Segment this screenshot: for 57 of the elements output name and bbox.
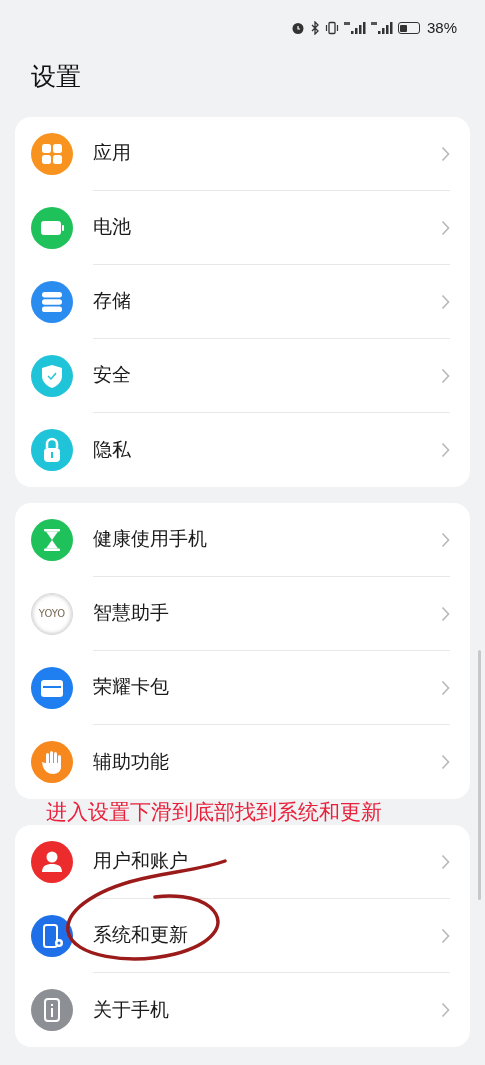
- settings-item[interactable]: 健康使用手机: [15, 503, 470, 577]
- item-label: 存储: [93, 289, 132, 314]
- chevron-icon: [441, 442, 450, 458]
- alarm-icon: [290, 21, 305, 35]
- settings-item[interactable]: 荣耀卡包: [15, 651, 470, 725]
- page-title: 设置: [31, 61, 81, 92]
- item-label: 隐私: [93, 437, 132, 462]
- hourglass-icon: [31, 519, 73, 561]
- battery-indicator: [397, 22, 420, 34]
- annotation-text: 进入设置下滑到底部找到系统和更新: [46, 799, 382, 825]
- chevron-icon: [441, 853, 450, 870]
- user-icon: [31, 841, 73, 883]
- settings-item[interactable]: 电池: [15, 191, 470, 265]
- settings-item[interactable]: 应用: [15, 117, 470, 191]
- chevron-icon: [441, 145, 450, 162]
- item-label: 智慧助手: [93, 601, 170, 626]
- bluetooth-icon: [309, 21, 320, 35]
- battery-icon: [31, 207, 73, 249]
- settings-item[interactable]: YOYO 智慧助手: [15, 577, 470, 651]
- settings-item[interactable]: 存储: [15, 265, 470, 339]
- battery-percentage: 38%: [426, 17, 457, 38]
- shield-icon: [31, 355, 73, 397]
- assistant-icon-label: YOYO: [38, 609, 66, 619]
- item-label: 系统和更新: [93, 923, 189, 948]
- chevron-icon: [441, 605, 450, 622]
- signal-icon: [343, 21, 366, 35]
- chevron-icon: [441, 219, 450, 236]
- chevron-icon: [441, 1002, 450, 1018]
- settings-item[interactable]: 辅助功能: [15, 725, 470, 799]
- item-label: 电池: [93, 215, 132, 240]
- item-label: 健康使用手机: [93, 527, 208, 552]
- chevron-icon: [441, 367, 450, 384]
- wallet-icon: [31, 667, 73, 709]
- chevron-icon: [441, 293, 450, 310]
- lock-icon: [31, 429, 73, 471]
- settings-item[interactable]: 用户和账户: [15, 825, 470, 899]
- chevron-icon: [441, 927, 450, 944]
- settings-item[interactable]: 安全: [15, 339, 470, 413]
- item-label: 辅助功能: [93, 749, 170, 774]
- vibrate-icon: [324, 21, 339, 35]
- chevron-icon: [441, 679, 450, 696]
- settings-item[interactable]: 关于手机: [15, 973, 470, 1047]
- item-label: 安全: [93, 363, 132, 388]
- phone-gear-icon: [31, 915, 73, 957]
- info-icon: [31, 989, 73, 1031]
- item-label: 关于手机: [93, 997, 170, 1022]
- storage-icon: [31, 281, 73, 323]
- item-label: 应用: [93, 141, 132, 166]
- apps-icon: [31, 133, 73, 175]
- chevron-icon: [441, 531, 450, 548]
- item-label: 荣耀卡包: [93, 675, 170, 700]
- settings-item[interactable]: 系统和更新: [15, 899, 470, 973]
- chevron-icon: [441, 754, 450, 770]
- signal-icon: [370, 21, 393, 35]
- item-label: 用户和账户: [93, 849, 189, 874]
- hand-icon: [31, 741, 73, 783]
- settings-item[interactable]: 隐私: [15, 413, 470, 487]
